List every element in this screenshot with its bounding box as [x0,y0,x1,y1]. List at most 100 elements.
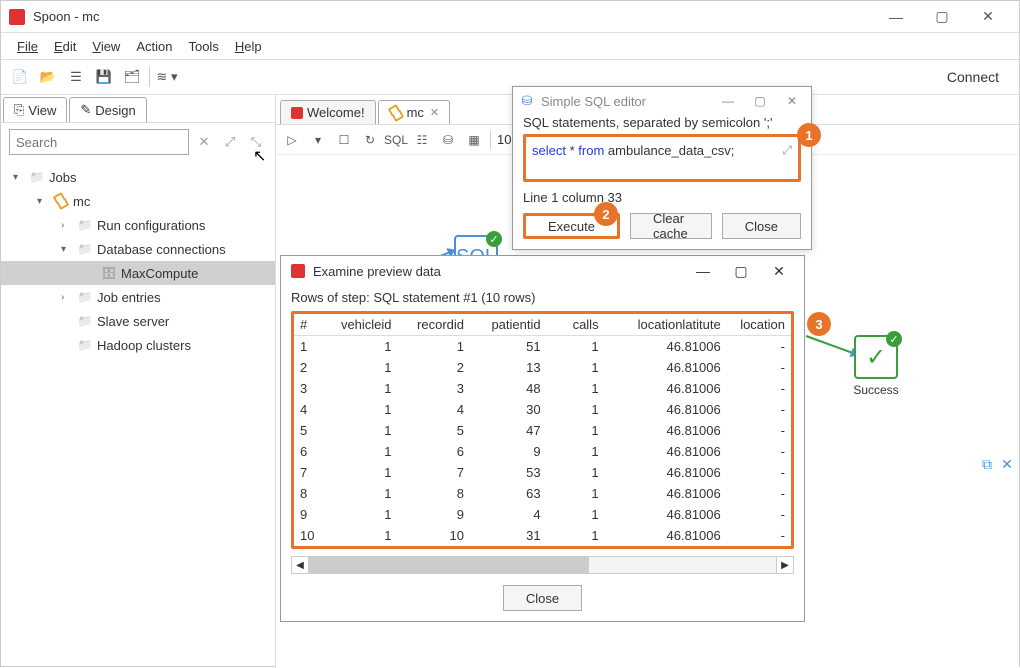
table-row[interactable]: 11151146.81006- [294,336,791,358]
table-row[interactable]: 9194146.81006- [294,504,791,525]
node-success[interactable]: ✓✓ Success [836,335,916,397]
scroll-left-icon[interactable]: ◀ [291,556,309,574]
preview-titlebar: Examine preview data — ▢ ✕ [281,256,804,286]
column-header[interactable]: vehicleid [325,314,397,336]
explore-icon[interactable]: ☰ [65,66,87,88]
sql-icon[interactable]: SQL [386,130,406,150]
close-panel-icon[interactable]: ✕ [998,455,1016,473]
sql-token: ambulance_data_csv [608,143,731,158]
menu-view[interactable]: View [84,37,128,56]
tab-view[interactable]: ⎘ View [3,97,67,122]
table-row[interactable]: 81863146.81006- [294,483,791,504]
table-row[interactable]: 41430146.81006- [294,399,791,420]
scroll-right-icon[interactable]: ▶ [776,556,794,574]
table-cell: 46.81006 [605,336,727,358]
saveas-icon[interactable]: 🗂 [121,66,143,88]
table-cell: 7 [294,462,325,483]
close-button[interactable]: ✕ [779,91,805,111]
table-cell: 10 [398,525,470,546]
table-row[interactable]: 21213146.81006- [294,357,791,378]
close-button[interactable]: ✕ [764,263,794,280]
right-panel-icons: ⧉ ✕ [978,455,1016,473]
sql-input[interactable]: select * from ambulance_data_csv; ⤢ [523,134,801,182]
scroll-thumb[interactable] [309,557,589,573]
connect-button[interactable]: Connect [935,69,1011,85]
menu-help[interactable]: Help [227,37,270,56]
clear-search-icon[interactable]: ✕ [193,131,215,153]
tree-slave-server[interactable]: Slave server [1,309,275,333]
menu-tools[interactable]: Tools [180,37,226,56]
tree-run-config[interactable]: ›Run configurations [1,213,275,237]
menu-edit[interactable]: Edit [46,37,84,56]
expand-icon[interactable]: ⤢ [782,143,792,158]
column-header[interactable]: locationlatitute [605,314,727,336]
preview-title: Examine preview data [313,264,441,279]
table-cell: 4 [398,399,470,420]
tree-mc[interactable]: ▾mc [1,189,275,213]
pencil-icon: ✎ [80,102,91,118]
minimize-button[interactable]: — [688,263,718,279]
table-cell: 5 [294,420,325,441]
table-row[interactable]: 71753146.81006- [294,462,791,483]
tree-jobs[interactable]: ▾Jobs [1,165,275,189]
minimize-button[interactable]: — [873,1,919,33]
db-icon[interactable]: ⛁ [438,130,458,150]
play-dropdown-icon[interactable]: ▾ [308,130,328,150]
table-cell: 46.81006 [605,357,727,378]
folder-icon [29,169,45,185]
table-cell: 9 [294,504,325,525]
layers-icon[interactable]: ≋ ▾ [156,66,178,88]
maximize-button[interactable]: ▢ [726,263,756,280]
popout-icon[interactable]: ⧉ [978,455,996,473]
replay-icon[interactable]: ↻ [360,130,380,150]
table-cell: 1 [294,336,325,358]
tab-mc[interactable]: mc ✕ [378,100,451,124]
stop-icon[interactable]: ☐ [334,130,354,150]
menu-action[interactable]: Action [128,37,180,56]
close-tab-icon[interactable]: ✕ [430,106,439,119]
table-cell: 30 [470,399,547,420]
tab-design-label: Design [95,103,135,118]
save-icon[interactable]: 💾 [93,66,115,88]
table-row[interactable]: 6169146.81006- [294,441,791,462]
play-icon[interactable]: ▷ [282,130,302,150]
maximize-button[interactable]: ▢ [919,1,965,33]
tab-design[interactable]: ✎ Design [69,97,146,122]
tree-maxcompute[interactable]: MaxCompute [1,261,275,285]
minimize-button[interactable]: — [715,91,741,111]
table-row[interactable]: 31348146.81006- [294,378,791,399]
tree-hadoop[interactable]: Hadoop clusters [1,333,275,357]
column-header[interactable]: # [294,314,325,336]
tab-view-label: View [28,103,56,118]
new-file-icon[interactable]: 📄 [9,66,31,88]
search-input[interactable] [9,129,189,155]
column-header[interactable]: recordid [398,314,470,336]
clear-cache-button[interactable]: Clear cache [630,213,712,239]
table-row[interactable]: 1011031146.81006- [294,525,791,546]
app-icon [9,9,25,25]
table-cell: 46.81006 [605,378,727,399]
column-header[interactable]: location [727,314,791,336]
open-icon[interactable]: 📂 [37,66,59,88]
scroll-track[interactable] [309,556,776,574]
maximize-button[interactable]: ▢ [747,91,773,111]
horizontal-scrollbar[interactable]: ◀ ▶ [291,555,794,575]
column-header[interactable]: calls [547,314,605,336]
tree-db-conn[interactable]: ▾Database connections [1,237,275,261]
close-button[interactable]: ✕ [965,1,1011,33]
collapse-tree-icon[interactable]: ⤡ [245,131,267,153]
table-cell: 1 [547,441,605,462]
menu-file[interactable]: File [9,37,46,56]
database-icon [101,265,117,281]
column-header[interactable]: patientid [470,314,547,336]
table-row[interactable]: 51547146.81006- [294,420,791,441]
tree-job-entries[interactable]: ›Job entries [1,285,275,309]
preview-close-button[interactable]: Close [503,585,582,611]
preview-icon[interactable]: ☷ [412,130,432,150]
close-button[interactable]: Close [722,213,801,239]
folder-icon [77,217,93,233]
grid-icon[interactable]: ▦ [464,130,484,150]
tab-welcome[interactable]: Welcome! [280,100,376,124]
expand-tree-icon[interactable]: ⤢ [219,131,241,153]
menubar: File Edit View Action Tools Help [1,33,1019,59]
